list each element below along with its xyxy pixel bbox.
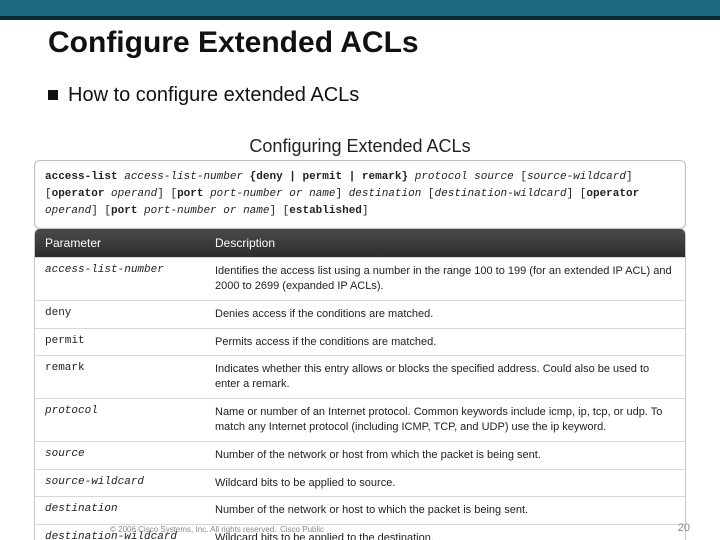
syntax-token (243, 171, 250, 183)
desc-cell: Wildcard bits to be applied to source. (205, 470, 685, 497)
syntax-token: port-number or name (210, 188, 335, 200)
table-row: access-list-numberIdentifies the access … (35, 257, 685, 300)
table-row: denyDenies access if the conditions are … (35, 300, 685, 328)
syntax-token: ] (626, 171, 633, 183)
syntax-token: port (111, 205, 137, 217)
syntax-token: {deny | permit | remark} (250, 171, 408, 183)
syntax-token: port (177, 188, 203, 200)
slide: Configure Extended ACLs How to configure… (0, 0, 720, 540)
syntax-token: established (289, 205, 362, 217)
bullet-icon (48, 90, 58, 100)
table-row: source-wildcardWildcard bits to be appli… (35, 469, 685, 497)
subtitle-row: How to configure extended ACLs (48, 84, 359, 107)
param-cell: source-wildcard (35, 470, 205, 497)
accent-bar (0, 0, 720, 20)
param-cell: deny (35, 301, 205, 328)
table-header: Parameter Description (35, 229, 685, 257)
syntax-token: operator (586, 188, 639, 200)
syntax-token: port-number or name (144, 205, 269, 217)
param-cell: permit (35, 329, 205, 356)
parameter-table: Parameter Description access-list-number… (34, 228, 686, 540)
desc-cell: Number of the network or host to which t… (205, 497, 685, 524)
table-row: destinationNumber of the network or host… (35, 496, 685, 524)
subtitle-text: How to configure extended ACLs (68, 84, 359, 106)
table-row: permitPermits access if the conditions a… (35, 328, 685, 356)
syntax-token: operand (45, 205, 91, 217)
panel-title: Configuring Extended ACLs (0, 136, 720, 157)
param-cell: remark (35, 356, 205, 398)
syntax-token: [ (514, 171, 527, 183)
desc-cell: Name or number of an Internet protocol. … (205, 399, 685, 441)
table-row: sourceNumber of the network or host from… (35, 441, 685, 469)
table-row: protocolName or number of an Internet pr… (35, 398, 685, 441)
syntax-token: access-list-number (124, 171, 243, 183)
header-parameter: Parameter (35, 229, 205, 257)
footer-page: 20 (678, 522, 690, 534)
syntax-token: [ (45, 188, 52, 200)
syntax-token: ] [ (91, 205, 111, 217)
syntax-token: ] [ (269, 205, 289, 217)
param-cell: destination (35, 497, 205, 524)
syntax-token: protocol source (415, 171, 514, 183)
footer-copyright: © 2006 Cisco Systems, Inc. All rights re… (110, 525, 276, 534)
syntax-token: [ (421, 188, 434, 200)
syntax-token: operator (52, 188, 105, 200)
syntax-token: operand (111, 188, 157, 200)
desc-cell: Identifies the access list using a numbe… (205, 258, 685, 300)
param-cell: access-list-number (35, 258, 205, 300)
syntax-token: ] (336, 188, 349, 200)
footer-classification: Cisco Public (280, 525, 324, 534)
syntax-token: destination (349, 188, 422, 200)
syntax-token (408, 171, 415, 183)
param-cell: source (35, 442, 205, 469)
syntax-token: destination-wildcard (435, 188, 567, 200)
syntax-token: ] [ (567, 188, 587, 200)
desc-cell: Number of the network or host from which… (205, 442, 685, 469)
header-description: Description (205, 229, 685, 257)
desc-cell: Permits access if the conditions are mat… (205, 329, 685, 356)
desc-cell: Wildcard bits to be applied to the desti… (205, 525, 685, 540)
syntax-token: ] [ (157, 188, 177, 200)
table-row: remarkIndicates whether this entry allow… (35, 355, 685, 398)
desc-cell: Denies access if the conditions are matc… (205, 301, 685, 328)
syntax-token: ] (362, 205, 369, 217)
syntax-token: source-wildcard (527, 171, 626, 183)
syntax-box: access-list access-list-number {deny | p… (34, 160, 686, 229)
syntax-token: access-list (45, 171, 118, 183)
desc-cell: Indicates whether this entry allows or b… (205, 356, 685, 398)
param-cell: protocol (35, 399, 205, 441)
page-title: Configure Extended ACLs (48, 26, 419, 60)
